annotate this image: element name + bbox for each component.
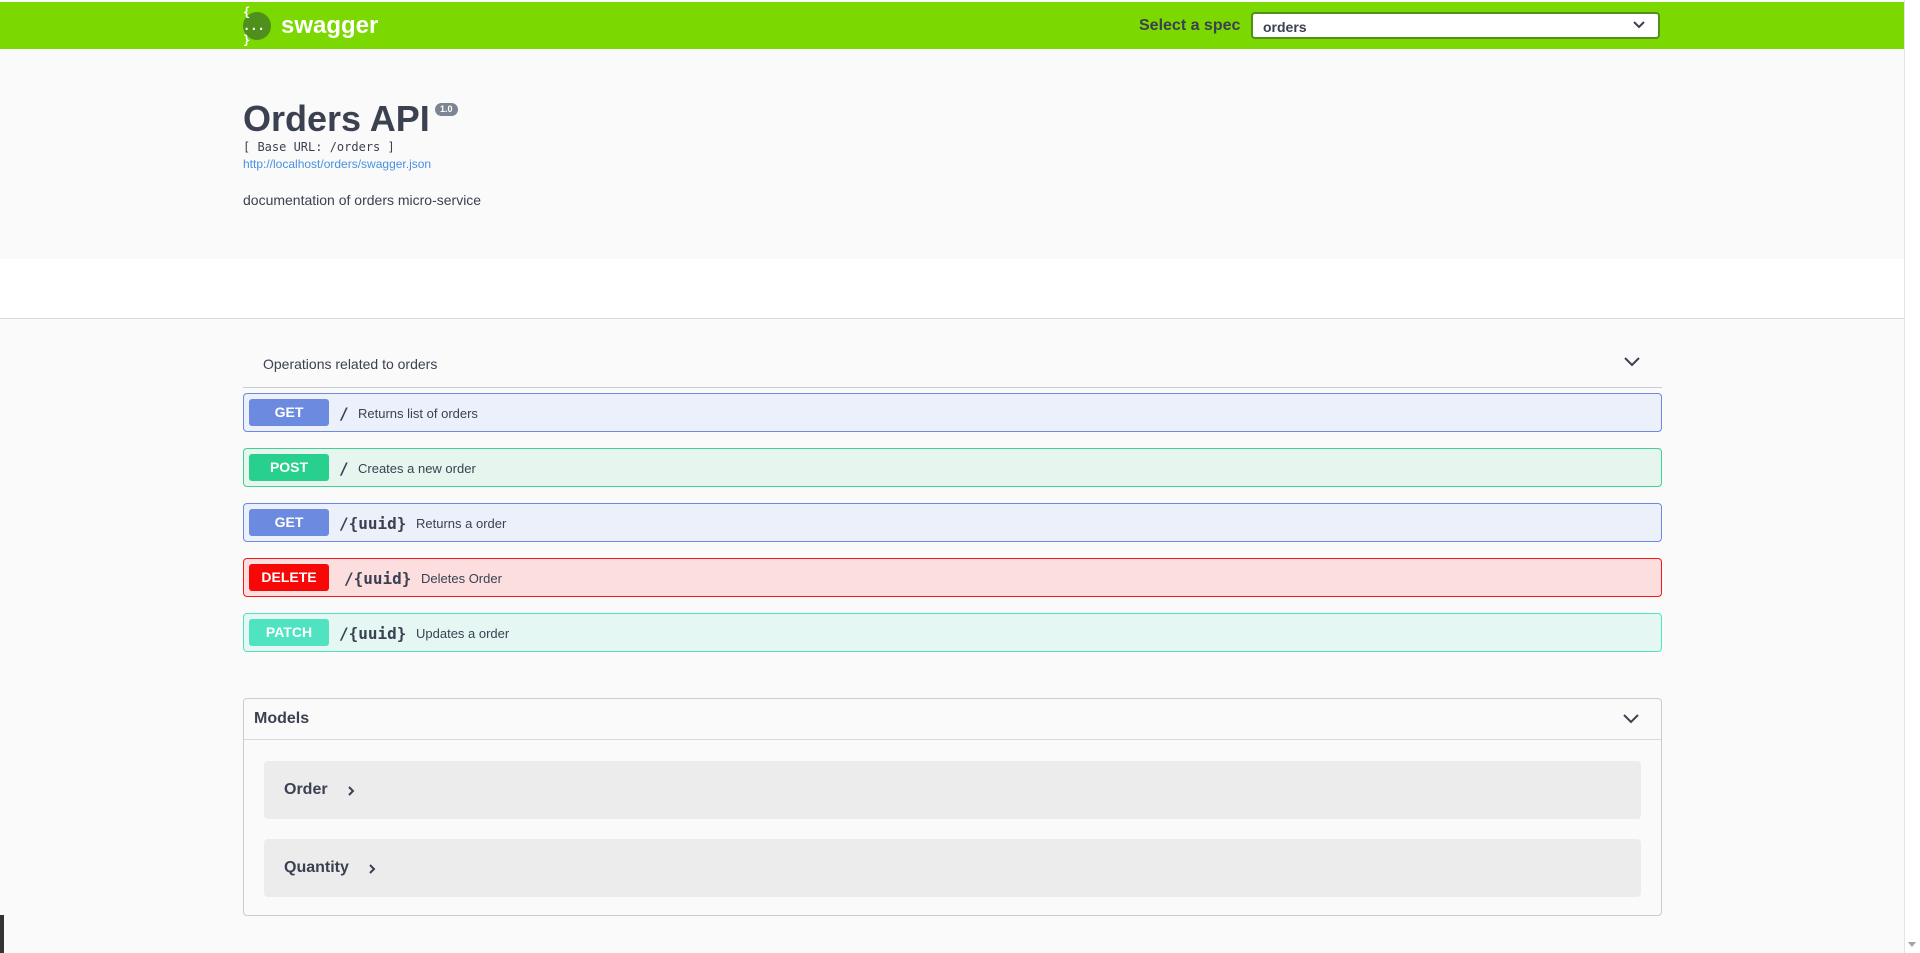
operation-patch-uuid[interactable]: PATCH /{uuid} Updates a order [243, 613, 1662, 652]
tag-header[interactable]: Operations related to orders [243, 342, 1662, 388]
operation-summary: Creates a new order [358, 461, 476, 476]
method-badge: POST [249, 454, 329, 481]
spec-select-label: Select a spec [1139, 17, 1241, 34]
spec-json-link[interactable]: http://localhost/orders/swagger.json [243, 157, 431, 171]
operation-summary: Returns list of orders [358, 406, 478, 421]
page-title: Orders API [243, 98, 430, 139]
operation-path: / [339, 459, 349, 478]
method-badge: GET [249, 399, 329, 426]
model-name: Quantity [284, 859, 349, 876]
operation-delete-uuid[interactable]: DELETE /{uuid} Deletes Order [243, 558, 1662, 597]
operation-path: /{uuid} [339, 514, 407, 533]
operation-summary: Updates a order [416, 626, 510, 641]
spec-select-value: orders [1263, 19, 1307, 35]
operation-path: /{uuid} [344, 569, 412, 588]
base-url: [ Base URL: /orders ] [243, 140, 395, 154]
spec-select[interactable]: orders [1251, 12, 1660, 39]
operation-summary: Returns a order [416, 516, 507, 531]
chevron-down-icon[interactable] [1622, 352, 1642, 372]
method-badge: PATCH [249, 619, 329, 646]
method-badge: DELETE [249, 564, 329, 591]
operation-path: / [339, 404, 349, 423]
vertical-scrollbar[interactable] [1904, 0, 1920, 953]
operation-get-root[interactable]: GET / Returns list of orders [243, 393, 1662, 432]
swagger-ui-page: { ... } swagger Select a spec orders Ord… [0, 0, 1904, 953]
topbar: { ... } swagger Select a spec orders [0, 2, 1904, 49]
method-badge: GET [249, 509, 329, 536]
brand-name: swagger [281, 12, 379, 39]
chevron-right-icon[interactable] [367, 863, 377, 875]
models-header[interactable]: Models [244, 699, 1661, 740]
model-name: Order [284, 781, 328, 798]
scroll-down-arrow-icon[interactable] [1908, 940, 1916, 948]
window-edge [0, 915, 4, 953]
model-quantity[interactable]: Quantity [264, 839, 1641, 897]
chevron-down-icon[interactable] [1621, 709, 1641, 729]
chevron-right-icon[interactable] [346, 785, 356, 797]
tag-description: Operations related to orders [263, 356, 438, 372]
info-section [0, 49, 1904, 259]
chevron-down-icon [1633, 21, 1645, 29]
swagger-logo-icon: { ... } [243, 5, 271, 47]
api-description: documentation of orders micro-service [243, 192, 482, 208]
operation-path: /{uuid} [339, 624, 407, 643]
brand[interactable]: { ... } swagger [243, 5, 379, 47]
operation-post-root[interactable]: POST / Creates a new order [243, 448, 1662, 487]
version-badge: 1.0 [435, 103, 458, 116]
operation-get-uuid[interactable]: GET /{uuid} Returns a order [243, 503, 1662, 542]
operation-summary: Deletes Order [421, 571, 502, 586]
models-section: Models Order Quantity [243, 698, 1662, 916]
models-title: Models [254, 710, 310, 727]
model-order[interactable]: Order [264, 761, 1641, 819]
scheme-band [0, 259, 1904, 319]
